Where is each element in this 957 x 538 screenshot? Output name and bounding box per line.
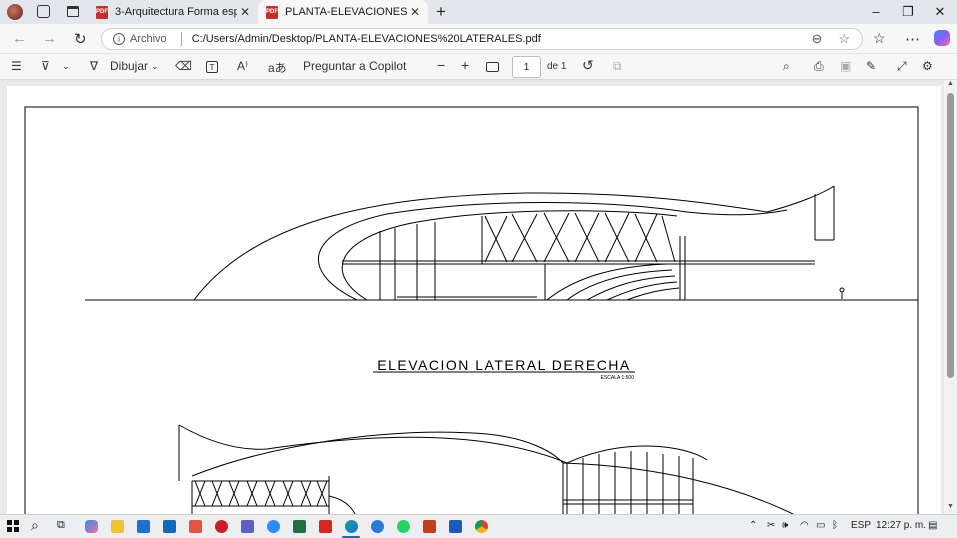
highlight-icon[interactable]: ⊽ [41,59,50,73]
search-icon[interactable]: ⌕ [31,517,39,534]
windows-start-icon[interactable] [7,520,19,532]
opera-icon[interactable] [215,520,228,533]
powerpoint-icon[interactable] [423,520,436,533]
fit-page-icon[interactable] [486,62,499,72]
contents-list-icon[interactable]: ☰ [11,59,22,73]
save-as-icon[interactable]: ✎ [866,59,876,73]
zoom-out-icon[interactable]: − [437,57,445,73]
scroll-up-icon[interactable]: ▲ [947,80,954,87]
back-arrow-icon[interactable]: ← [12,30,27,47]
info-icon[interactable]: i [113,33,125,45]
pdf-file-icon: PDF [266,5,278,19]
tab-actions-icon[interactable] [67,6,79,17]
drawing-title: ELEVACION LATERAL DERECHA [377,357,631,373]
save-icon[interactable]: ▣ [840,59,851,73]
rotate-icon[interactable]: ↺ [582,57,594,74]
outlook-icon[interactable] [163,520,176,533]
battery-icon[interactable]: ▭ [816,520,825,531]
favorite-star-icon[interactable]: ☆ [838,31,850,47]
text-box-icon[interactable]: T [206,61,218,73]
maximize-button[interactable]: ❐ [900,4,916,20]
page-view-icon[interactable]: ⧉ [613,59,622,74]
taskbar: ⌕ ⧉ ⌃ ✂ 🕪 ◠ ▭ ᛒ ESP 12:27 p. m. ▤ [0,514,957,538]
forward-arrow-icon[interactable]: → [42,30,57,47]
fullscreen-icon[interactable]: ⤢ [897,59,907,74]
chevron-down-icon[interactable]: ⌄ [62,61,70,72]
draw-icon[interactable]: ∇ [90,59,98,73]
favorites-icon[interactable]: ☆ [873,30,886,47]
page-count: de 1 [547,61,567,72]
tab-label: PLANTA-ELEVACIONES LATERALE [285,6,409,18]
minimize-button[interactable]: – [868,4,884,19]
scrollbar-thumb[interactable] [947,93,954,378]
page-number-input[interactable]: 1 [512,56,541,78]
url-text[interactable]: C:/Users/Admin/Desktop/PLANTA-ELEVACIONE… [192,33,541,45]
copilot-icon[interactable] [934,30,950,46]
zoom-in-icon[interactable]: + [461,57,469,73]
pdf-viewer[interactable]: ELEVACION LATERAL DERECHA ESCALA 1:500 [0,80,944,514]
pdf-file-icon: PDF [96,5,108,19]
workspaces-icon[interactable] [37,5,50,18]
file-explorer-icon[interactable] [111,520,124,533]
zoom-icon[interactable]: ⊖ [811,31,822,47]
media-app-icon[interactable] [189,520,202,533]
notifications-icon[interactable]: ▤ [928,520,937,531]
teams-icon[interactable] [241,520,254,533]
eraser-icon[interactable]: ⌫ [175,59,192,73]
more-options-icon[interactable]: ⋯ [905,30,920,48]
ask-copilot-button[interactable]: Preguntar a Copilot [303,59,406,73]
tab-strip: PDF 3-Arquitectura Forma espacio y o ✕ P… [0,0,957,24]
close-window-button[interactable]: ✕ [932,4,948,20]
chevron-up-icon[interactable]: ⌃ [749,520,757,531]
chrome-icon[interactable] [475,520,488,533]
acrobat-icon[interactable] [319,520,332,533]
refresh-icon[interactable]: ↻ [74,30,87,48]
chevron-down-icon[interactable]: ⌄ [151,61,159,72]
settings-app-icon[interactable] [371,520,384,533]
language-indicator[interactable]: ESP [851,520,871,531]
excel-icon[interactable] [293,520,306,533]
store-icon[interactable] [137,520,150,533]
architectural-drawing: ELEVACION LATERAL DERECHA ESCALA 1:500 [24,106,919,514]
print-icon[interactable]: ⎙ [814,59,824,74]
pdf-page: ELEVACION LATERAL DERECHA ESCALA 1:500 [7,86,941,514]
word-icon[interactable] [449,520,462,533]
wifi-icon[interactable]: ◠ [800,520,809,531]
clock[interactable]: 12:27 p. m. [876,520,926,531]
app-tray-icon[interactable]: ✂ [767,520,775,531]
settings-gear-icon[interactable]: ⚙ [922,59,933,73]
tab-arquitectura[interactable]: PDF 3-Arquitectura Forma espacio y o ✕ [88,0,258,24]
address-bar[interactable]: i Archivo C:/Users/Admin/Desktop/PLANTA-… [101,28,863,50]
drawing-scale: ESCALA 1:500 [601,375,635,381]
volume-icon[interactable]: 🕪 [782,520,788,531]
scheme-label: Archivo [130,33,167,45]
whatsapp-icon[interactable] [397,520,410,533]
address-bar-row: ← → ↻ i Archivo C:/Users/Admin/Desktop/P… [0,24,957,53]
new-tab-button[interactable]: + [436,2,446,22]
profile-avatar[interactable] [7,4,23,20]
tab-close-icon[interactable]: ✕ [240,5,250,19]
bluetooth-icon[interactable]: ᛒ [832,520,838,531]
copilot-app-icon[interactable] [85,520,98,533]
tab-close-icon[interactable]: ✕ [410,5,420,19]
scroll-down-icon[interactable]: ▼ [947,503,954,510]
translate-icon[interactable]: aあ [268,59,287,76]
zoom-app-icon[interactable] [267,520,280,533]
vertical-scrollbar[interactable]: ▲ ▼ [944,80,957,514]
draw-button[interactable]: Dibujar [110,59,148,73]
pdf-toolbar: ☰ ⊽ ⌄ ∇ Dibujar ⌄ ⌫ T A⁾ aあ Preguntar a … [0,53,957,80]
task-view-icon[interactable]: ⧉ [57,519,65,532]
read-aloud-icon[interactable]: A⁾ [237,59,248,73]
tab-planta-elevaciones[interactable]: PDF PLANTA-ELEVACIONES LATERALE ✕ [258,0,428,24]
tab-label: 3-Arquitectura Forma espacio y o [115,6,237,18]
edge-icon[interactable] [345,520,358,533]
divider [180,32,182,46]
search-icon[interactable]: ⌕ [783,59,790,74]
